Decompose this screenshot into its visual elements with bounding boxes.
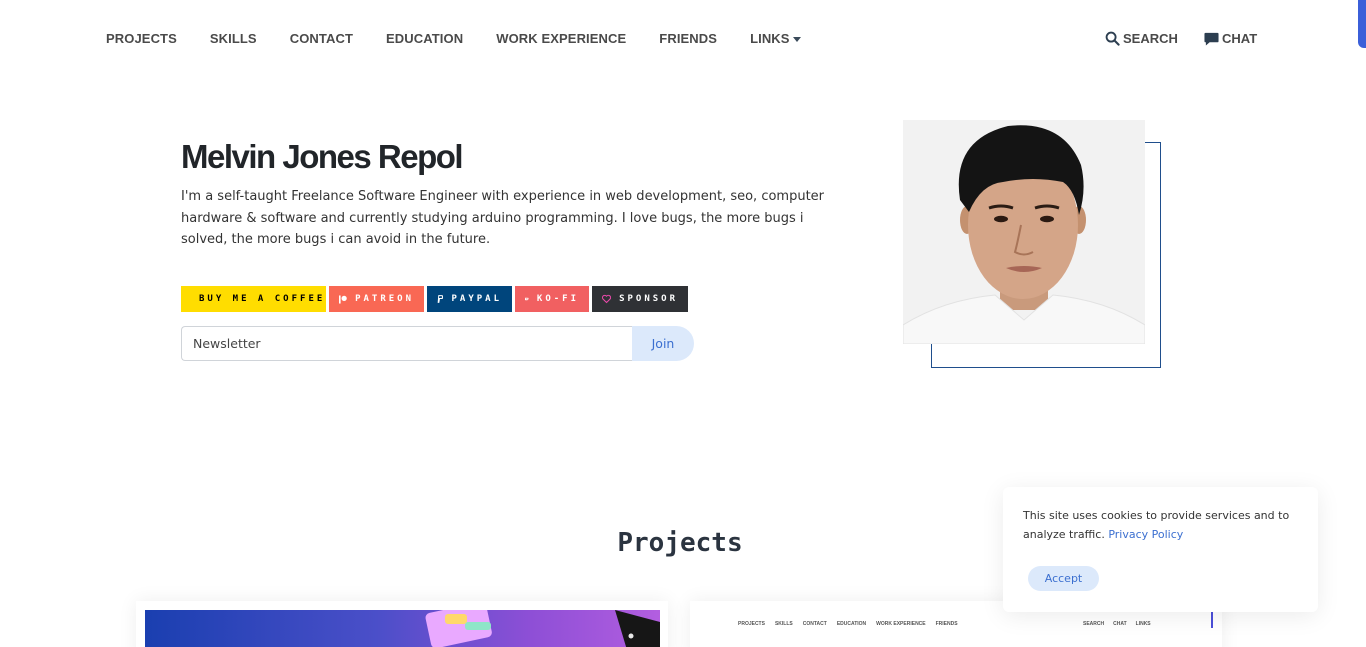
join-button[interactable]: Join (632, 326, 694, 361)
github-sponsor-button[interactable]: SPONSOR (592, 286, 688, 312)
preview-nav-item: SKILLS (774, 621, 793, 627)
buy-me-a-coffee-button[interactable]: BUY ME A COFFEE (181, 286, 326, 312)
patreon-icon (339, 294, 347, 304)
search-button[interactable]: SEARCH (1105, 31, 1178, 46)
donate-buttons: BUY ME A COFFEE PATREON PAYPAL KO-FI SPO… (181, 286, 691, 312)
project-card[interactable] (136, 601, 668, 647)
sponsor-label: SPONSOR (619, 294, 678, 304)
scroll-progress-bar (1358, 0, 1366, 48)
chat-button[interactable]: CHAT (1204, 31, 1257, 46)
preview-nav-item: LINKS (1135, 621, 1151, 627)
coffee-label: BUY ME A COFFEE (199, 294, 326, 304)
top-navbar: PROJECTS SKILLS CONTACT EDUCATION WORK E… (0, 0, 1366, 78)
newsletter-input[interactable] (181, 326, 632, 361)
nav-item-friends[interactable]: FRIENDS (659, 31, 717, 46)
nav-item-links-dropdown[interactable]: LINKS (750, 31, 801, 46)
nav-item-contact[interactable]: CONTACT (290, 31, 353, 46)
profile-photo (903, 120, 1145, 344)
caret-down-icon (792, 37, 801, 43)
search-label: SEARCH (1123, 31, 1178, 46)
project-preview-nav: PROJECTS SKILLS CONTACT EDUCATION WORK E… (738, 621, 968, 627)
preview-nav-item: WORK EXPERIENCE (876, 621, 926, 627)
nav-item-projects[interactable]: PROJECTS (106, 31, 177, 46)
cookie-message: This site uses cookies to provide servic… (1023, 506, 1298, 544)
accept-cookies-button[interactable]: Accept (1028, 566, 1099, 591)
preview-nav-item: CONTACT (802, 621, 827, 627)
chat-icon (1204, 32, 1219, 46)
paypal-icon (437, 295, 444, 303)
nav-item-education[interactable]: EDUCATION (386, 31, 463, 46)
project-thumbnail (145, 610, 660, 647)
privacy-policy-link[interactable]: Privacy Policy (1108, 528, 1183, 541)
patreon-label: PATREON (355, 294, 414, 304)
preview-nav-item: PROJECTS (738, 621, 765, 627)
newsletter-form: Join (181, 326, 694, 361)
cookie-consent-banner: This site uses cookies to provide servic… (1003, 487, 1318, 612)
hero-name: Melvin Jones Repol (181, 138, 464, 175)
search-icon (1105, 31, 1120, 46)
ko-fi-label: KO-FI (536, 294, 579, 304)
nav-item-links-label: LINKS (750, 31, 790, 46)
preview-nav-item: CHAT (1113, 621, 1127, 627)
ko-fi-cup-icon (525, 297, 529, 301)
nav-item-skills[interactable]: SKILLS (210, 31, 257, 46)
preview-nav-item: FRIENDS (935, 621, 958, 627)
project-preview-nav-right: SEARCH CHAT LINKS (1083, 621, 1160, 627)
nav-links: PROJECTS SKILLS CONTACT EDUCATION WORK E… (106, 31, 834, 46)
preview-nav-item: EDUCATION (836, 621, 867, 627)
preview-scroll-indicator (1211, 611, 1213, 628)
patreon-button[interactable]: PATREON (329, 286, 424, 312)
paypal-label: PAYPAL (451, 294, 502, 304)
heart-icon (602, 294, 612, 304)
ko-fi-button[interactable]: KO-FI (515, 286, 589, 312)
preview-nav-item: SEARCH (1083, 621, 1105, 627)
paypal-button[interactable]: PAYPAL (427, 286, 512, 312)
hero-bio: I'm a self-taught Freelance Software Eng… (181, 189, 825, 247)
chat-label: CHAT (1222, 31, 1258, 46)
nav-item-work-experience[interactable]: WORK EXPERIENCE (496, 31, 626, 46)
